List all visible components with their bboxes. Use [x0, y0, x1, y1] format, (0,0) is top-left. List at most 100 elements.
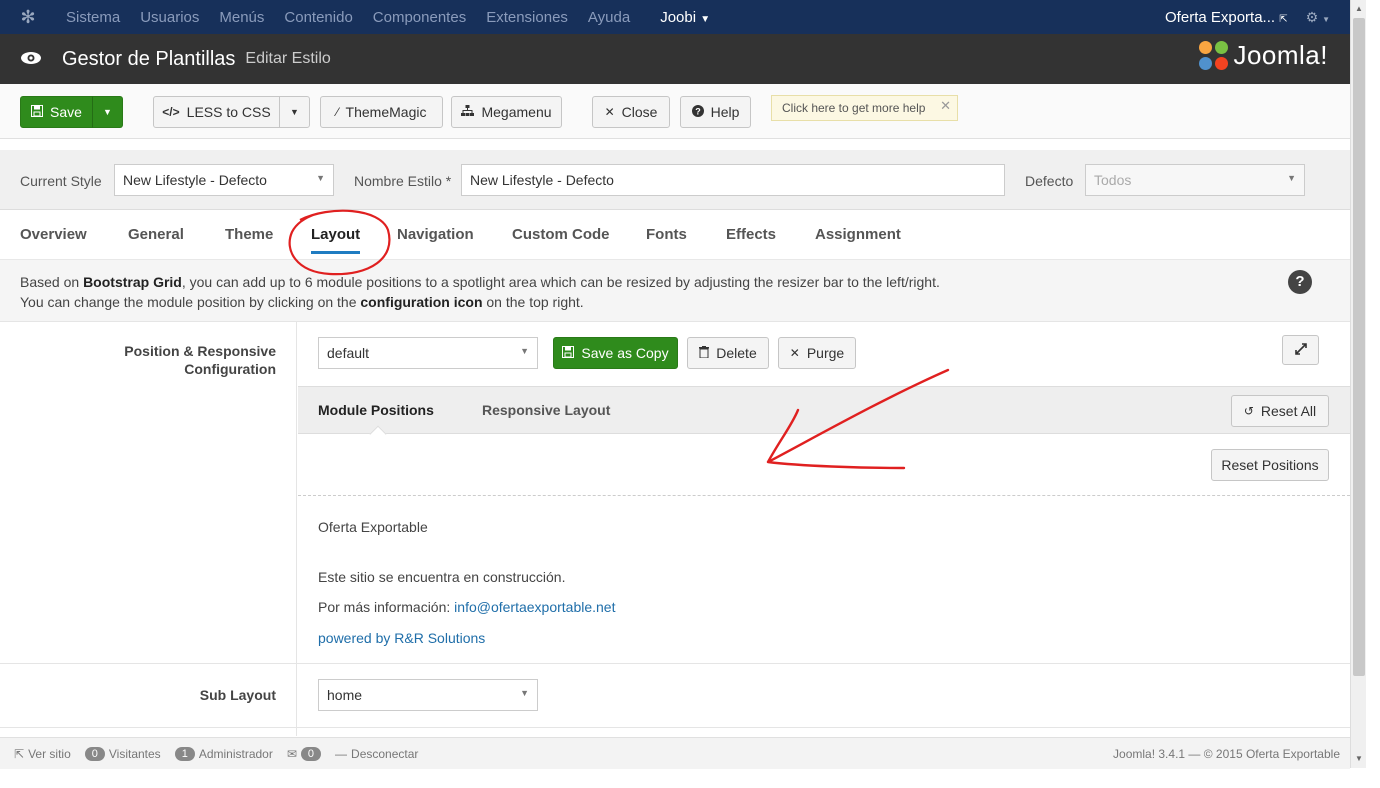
menu-item-componentes[interactable]: Componentes [363, 9, 476, 26]
info-line-1: Based on Bootstrap Grid, you can add up … [20, 272, 1330, 292]
purge-button[interactable]: ✕ Purge [778, 337, 856, 369]
caret-down-icon: ▼ [520, 688, 529, 698]
less-to-css-button[interactable]: </> LESS to CSS [153, 96, 280, 128]
tab-theme[interactable]: Theme [225, 226, 273, 243]
style-name-input[interactable]: New Lifestyle - Defecto [461, 164, 1005, 196]
tab-overview[interactable]: Overview [20, 226, 87, 243]
gear-icon[interactable]: ⚙ ▼ [1306, 9, 1330, 26]
thememagic-button[interactable]: ⁄ ThemeMagic [320, 96, 443, 128]
page-scrollbar[interactable]: ▲ ▼ [1350, 0, 1366, 768]
joomla-logo: Joomla! [1199, 40, 1328, 71]
divider [0, 727, 1350, 728]
email-link[interactable]: info@ofertaexportable.net [454, 599, 615, 615]
layout-info: Based on Bootstrap Grid, you can add up … [0, 260, 1350, 322]
style-name-label: Nombre Estilo * [354, 173, 452, 189]
tab-effects[interactable]: Effects [726, 226, 776, 243]
close-icon: ✕ [789, 346, 800, 360]
help-button[interactable]: ? Help [680, 96, 751, 128]
position-config-label: Position & Responsive Configuration [124, 342, 276, 378]
divider [298, 495, 1350, 496]
expand-icon [1294, 342, 1307, 358]
reset-all-button[interactable]: ↺ Reset All [1231, 395, 1329, 427]
external-link-icon: ⇱ [1279, 13, 1288, 25]
scroll-up-icon[interactable]: ▲ [1355, 4, 1363, 13]
current-style-select[interactable]: New Lifestyle - Defecto ▼ [114, 164, 334, 196]
default-label: Defecto [1025, 173, 1074, 189]
menu-item-ayuda[interactable]: Ayuda [578, 9, 640, 26]
save-button[interactable]: Save [20, 96, 93, 128]
default-select[interactable]: Todos ▼ [1085, 164, 1305, 196]
save-as-copy-button[interactable]: Save as Copy [553, 337, 678, 369]
tab-custom-code[interactable]: Custom Code [512, 226, 610, 243]
position-config-label-line: Position & Responsive [124, 343, 276, 359]
left-labels: Position & Responsive Configuration Sub … [0, 322, 297, 736]
tab-general[interactable]: General [128, 226, 184, 243]
preview-site-name: Oferta Exportable [318, 519, 428, 535]
help-tooltip[interactable]: Click here to get more help ✕ [771, 95, 958, 121]
caret-down-icon: ▼ [103, 107, 112, 117]
save-as-copy-label: Save as Copy [581, 345, 669, 361]
template-manager-page: ✻ Sistema Usuarios Menús Contenido Compo… [0, 0, 1350, 788]
sub-layout-select[interactable]: home ▼ [318, 679, 538, 711]
site-link[interactable]: Oferta Exporta... ⇱ [1165, 9, 1288, 26]
delete-button[interactable]: Delete [687, 337, 769, 369]
admin-top-menu: ✻ Sistema Usuarios Menús Contenido Compo… [0, 0, 1350, 34]
menu-item-menus[interactable]: Menús [209, 9, 274, 26]
layout-subtabs: Module Positions Responsive Layout ↺ Res… [298, 386, 1350, 434]
powered-by-link[interactable]: powered by R&R Solutions [318, 630, 485, 646]
menu-item-sistema[interactable]: Sistema [56, 9, 130, 26]
code-icon: </> [162, 105, 180, 119]
megamenu-button[interactable]: Megamenu [451, 96, 562, 128]
less-dropdown-button[interactable]: ▼ [279, 96, 310, 128]
scroll-down-icon[interactable]: ▼ [1355, 754, 1363, 763]
layout-select[interactable]: default ▼ [318, 337, 538, 369]
menu-item-usuarios[interactable]: Usuarios [130, 9, 209, 26]
caret-down-icon: ▼ [316, 173, 325, 183]
close-label: Close [621, 104, 658, 120]
external-link-icon: ⇱ [14, 746, 25, 761]
reset-positions-label: Reset Positions [1221, 457, 1319, 473]
menu-item-contenido[interactable]: Contenido [274, 9, 362, 26]
tab-fonts[interactable]: Fonts [646, 226, 687, 243]
info-text: , you can add up to 6 module positions t… [181, 274, 940, 290]
info-text: on the top right. [482, 294, 584, 310]
scrollbar-thumb[interactable] [1353, 18, 1365, 676]
tab-assignment[interactable]: Assignment [815, 226, 901, 243]
info-text: You can change the module position by cl… [20, 294, 361, 310]
tab-layout[interactable]: Layout [311, 226, 361, 254]
logout-link[interactable]: — Desconectar [335, 747, 418, 761]
layout-select-value: default [327, 345, 370, 361]
subtab-responsive-layout[interactable]: Responsive Layout [482, 402, 610, 418]
fullscreen-button[interactable] [1282, 335, 1319, 365]
subtab-module-positions[interactable]: Module Positions [318, 402, 434, 418]
caret-down-icon: ▼ [1287, 173, 1296, 183]
joomla-logo-text: Joomla! [1233, 40, 1328, 70]
info-bold: Bootstrap Grid [83, 274, 182, 290]
menu-item-extensiones[interactable]: Extensiones [476, 9, 578, 26]
admin-count: 1 [174, 746, 195, 761]
info-line-2: You can change the module position by cl… [20, 292, 1330, 312]
reset-positions-button[interactable]: Reset Positions [1211, 449, 1329, 481]
question-circle-icon: ? [691, 104, 704, 120]
messages-status[interactable]: ✉ 0 [287, 746, 322, 761]
site-name: Oferta Exporta... [1165, 8, 1276, 26]
question-circle-icon[interactable]: ? [1288, 270, 1312, 294]
visitors-label: Visitantes [108, 746, 161, 761]
joomla-menu-icon[interactable]: ✻ [0, 7, 56, 28]
visitors-count: 0 [84, 746, 105, 761]
magic-wand-icon: ⁄ [336, 105, 339, 119]
close-button[interactable]: ✕ Close [592, 96, 670, 128]
view-site-link[interactable]: ⇱ Ver sitio [14, 747, 71, 761]
preview-contact: Por más información: info@ofertaexportab… [318, 599, 616, 615]
save-label: Save [50, 104, 82, 120]
menu-item-joobi[interactable]: Joobi ▼ [650, 9, 720, 26]
admin-label: Administrador [198, 746, 273, 761]
tab-navigation[interactable]: Navigation [397, 226, 474, 243]
admin-status: 1 Administrador [174, 746, 273, 761]
position-config-label-line: Configuration [184, 361, 276, 377]
purge-label: Purge [806, 345, 845, 361]
page-title: Gestor de Plantillas [62, 47, 236, 70]
close-tooltip-icon[interactable]: ✕ [940, 98, 951, 114]
caret-down-icon: ▼ [700, 13, 711, 25]
save-dropdown-button[interactable]: ▼ [92, 96, 123, 128]
